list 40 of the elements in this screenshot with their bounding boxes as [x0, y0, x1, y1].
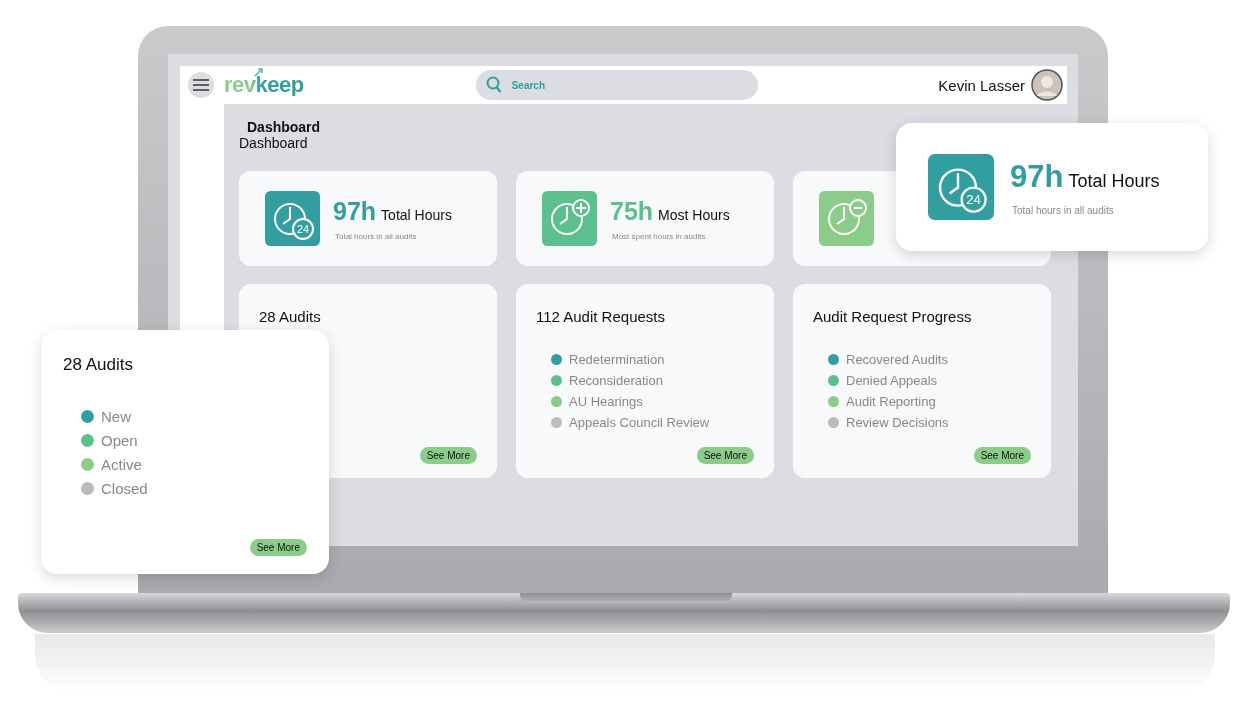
- stat-label: Total Hours: [381, 206, 452, 223]
- legend-label: Closed: [101, 480, 148, 497]
- card-title: 28 Audits: [63, 355, 134, 375]
- clock-icon: 24: [928, 154, 994, 220]
- search-field[interactable]: Search: [475, 70, 758, 100]
- card-title: 112 Audit Requests: [536, 308, 666, 325]
- see-more-button[interactable]: See More: [419, 447, 477, 464]
- stat-label: Total Hours: [1068, 170, 1160, 192]
- stat-value: 97h: [1010, 158, 1064, 195]
- stat-label: Most Hours: [658, 206, 730, 223]
- stat-value: 97h: [333, 196, 377, 226]
- legend-label: AU Hearings: [569, 394, 643, 409]
- legend-label: Redetermination: [569, 352, 665, 367]
- legend-label: Open: [101, 432, 138, 449]
- menu-icon: [193, 79, 209, 91]
- arrow-icon: [254, 67, 264, 77]
- stat-caption: Total hours in all audits: [1012, 204, 1115, 216]
- search-icon: [485, 76, 502, 94]
- legend-label: Reconsideration: [569, 373, 663, 388]
- card-title: Audit Request Progress: [813, 308, 973, 325]
- avatar[interactable]: [1031, 69, 1063, 101]
- see-more-button[interactable]: See More: [249, 539, 307, 556]
- page-title: Dashboard: [247, 119, 322, 135]
- see-more-button[interactable]: See More: [696, 447, 754, 464]
- legend-label: Appeals Council Review: [569, 415, 710, 430]
- legend-label: Audit Reporting: [846, 394, 936, 409]
- clock-icon: 24: [265, 191, 320, 246]
- stat-caption: Most spent hours in audits: [612, 231, 707, 241]
- legend-label: Recovered Audits: [846, 352, 948, 367]
- legend-label: Review Decisions: [846, 415, 949, 430]
- stat-caption: Total hours in all audits: [335, 231, 418, 241]
- user-name: Kevin Lasser: [938, 76, 1025, 94]
- card-title: 28 Audits: [259, 308, 322, 325]
- stat-value: 75h: [610, 196, 654, 226]
- legend-label: Active: [101, 456, 142, 473]
- breadcrumb: Dashboard: [239, 135, 309, 151]
- menu-button[interactable]: [188, 72, 214, 98]
- legend-label: Denied Appeals: [846, 373, 938, 388]
- see-more-button[interactable]: See More: [973, 447, 1031, 464]
- legend-label: New: [101, 408, 131, 425]
